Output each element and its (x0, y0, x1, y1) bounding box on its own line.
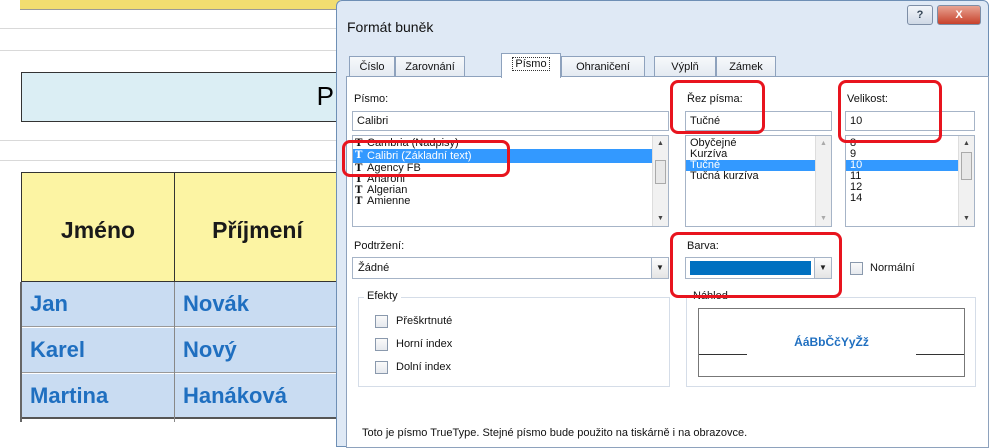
table-cell[interactable]: Nový (175, 328, 340, 373)
close-button[interactable]: X (937, 5, 981, 25)
size-list[interactable]: 8 9 10 11 12 14 ▲ ▼ (845, 135, 975, 227)
column-header-jmeno[interactable]: Jméno (21, 172, 175, 282)
highlight-color (670, 232, 842, 298)
chevron-down-icon[interactable]: ▼ (651, 258, 668, 278)
preview-box: ÁáBbČčYyŽž (698, 308, 965, 377)
list-item[interactable]: T Amienne (353, 195, 668, 208)
baseline (699, 354, 747, 355)
scrollbar[interactable]: ▲ ▼ (958, 136, 974, 226)
list-item[interactable]: 9 (846, 149, 974, 160)
list-item[interactable]: 14 (846, 193, 974, 204)
tab-zamek[interactable]: Zámek (716, 56, 776, 77)
normal-label: Normální (870, 262, 915, 274)
scroll-thumb[interactable] (961, 152, 972, 180)
font-info-text: Toto je písmo TrueType. Stejné písmo bud… (362, 427, 748, 439)
effects-label: Efekty (364, 290, 401, 302)
title-fragment: P (316, 81, 334, 111)
table-border (174, 282, 175, 422)
underline-label: Podtržení: (354, 240, 405, 252)
superscript-label: Horní index (396, 338, 453, 350)
tab-zarovnani[interactable]: Zarovnání (395, 56, 465, 77)
highlight-font-item (342, 140, 510, 177)
table-cell[interactable]: Novák (175, 282, 340, 327)
tab-cislo[interactable]: Číslo (349, 56, 395, 77)
table-cell[interactable]: Karel (22, 328, 174, 373)
table-title-cell[interactable]: P (21, 72, 340, 122)
gridline (0, 140, 340, 141)
column-header-prijmeni[interactable]: Příjmení (174, 172, 340, 282)
gridline (0, 50, 340, 51)
tab-ohraniceni[interactable]: Ohraničení (561, 56, 645, 77)
subscript-checkbox[interactable] (375, 361, 388, 374)
list-item[interactable]: Tučná kurzíva (686, 171, 831, 182)
list-item-label: Amienne (367, 195, 411, 207)
scroll-up-icon[interactable]: ▲ (657, 140, 664, 147)
scroll-down-icon[interactable]: ▼ (963, 215, 970, 222)
baseline (916, 354, 964, 355)
scroll-down-icon[interactable]: ▼ (657, 215, 664, 222)
spreadsheet: P Jméno Příjmení Jan Novák Karel Nový Ma… (0, 0, 340, 447)
normal-checkbox[interactable] (850, 262, 863, 275)
scrollbar[interactable]: ▲ ▼ (815, 136, 831, 226)
table-cell[interactable]: Martina (22, 374, 174, 419)
list-item[interactable]: 12 (846, 182, 974, 193)
dialog-title: Formát buněk (347, 19, 434, 35)
truetype-icon: T (355, 196, 363, 207)
scroll-up-icon[interactable]: ▲ (963, 140, 970, 147)
underline-select[interactable]: Žádné ▼ (352, 257, 669, 279)
style-list[interactable]: Obyčejné Kurzíva Tučné Tučná kurzíva ▲ ▼ (685, 135, 832, 227)
underline-value: Žádné (358, 262, 390, 274)
font-label: Písmo: (354, 93, 389, 105)
header-row-strip (20, 0, 340, 10)
scroll-down-icon[interactable]: ▼ (820, 215, 827, 222)
gridline (0, 28, 340, 29)
help-button[interactable]: ? (907, 5, 933, 25)
table-border (20, 282, 22, 422)
list-item-selected[interactable]: 10 (846, 160, 974, 171)
scroll-thumb[interactable] (655, 160, 666, 184)
list-item[interactable]: 11 (846, 171, 974, 182)
preview-text: ÁáBbČčYyŽž (794, 335, 869, 349)
subscript-label: Dolní index (396, 361, 452, 373)
tab-pismo[interactable]: Písmo (501, 53, 561, 78)
tab-vypln[interactable]: Výplň (654, 56, 716, 77)
truetype-icon: T (355, 185, 363, 196)
strikethrough-checkbox[interactable] (375, 315, 388, 328)
superscript-checkbox[interactable] (375, 338, 388, 351)
gridline (0, 160, 340, 161)
tab-pismo-label: Písmo (512, 57, 550, 71)
scrollbar[interactable]: ▲ ▼ (652, 136, 668, 226)
strikethrough-label: Přeškrtnuté (396, 315, 453, 327)
font-field[interactable]: Calibri (352, 111, 669, 131)
highlight-style (670, 80, 765, 134)
table-cell[interactable]: Jan (22, 282, 174, 327)
highlight-size (838, 80, 942, 143)
table-cell[interactable]: Hanáková (175, 374, 340, 419)
scroll-up-icon[interactable]: ▲ (820, 140, 827, 147)
